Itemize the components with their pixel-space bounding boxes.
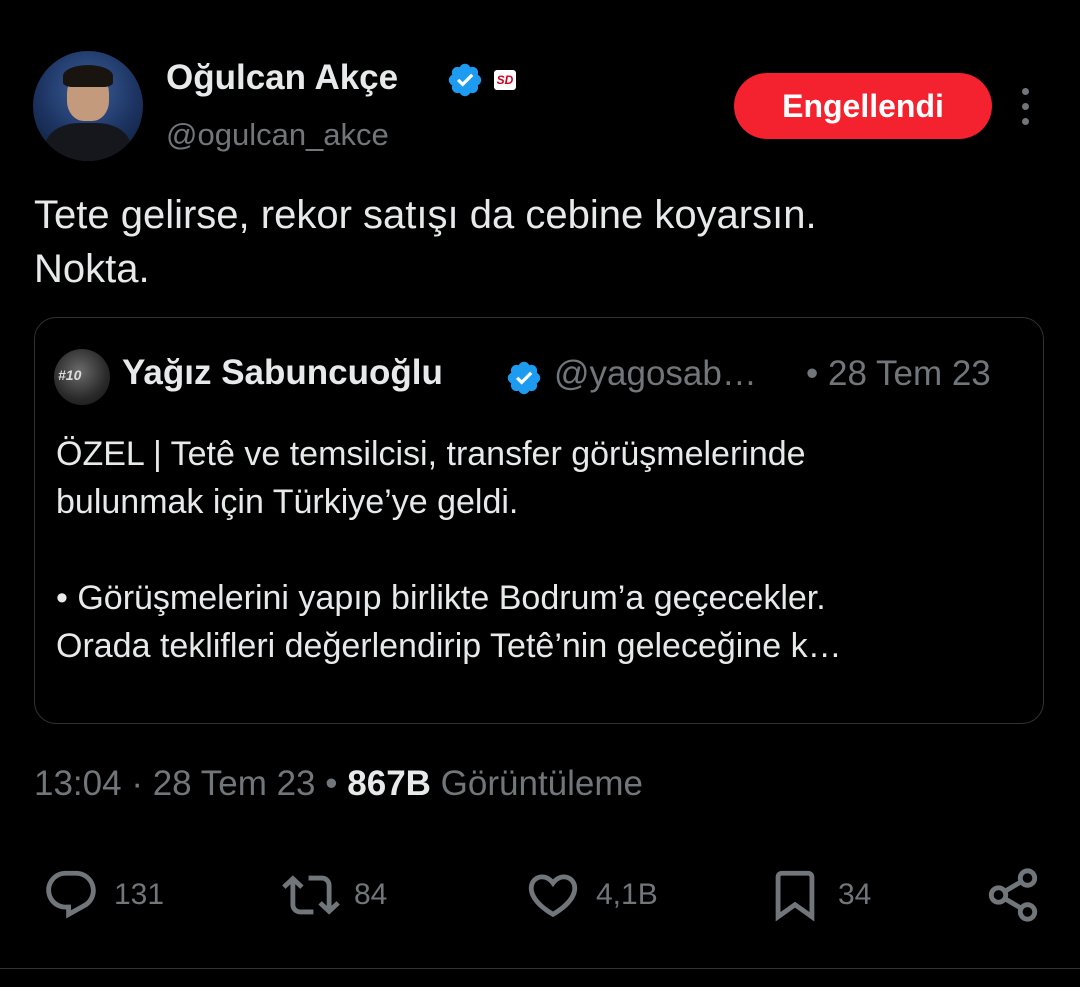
tweet-date[interactable]: 28 Tem 23 xyxy=(153,764,316,803)
divider xyxy=(0,968,1080,969)
meta-separator: • xyxy=(325,764,338,803)
quoted-tweet-date: • 28 Tem 23 xyxy=(806,354,991,393)
quoted-line: bulunmak için Türkiye’ye geldi. xyxy=(56,483,519,521)
view-count: 867B xyxy=(347,764,431,803)
retweet-icon xyxy=(282,875,340,915)
quoted-avatar-text: #10 xyxy=(58,367,82,383)
share-button[interactable] xyxy=(984,860,1042,930)
author-handle[interactable]: @ogulcan_akce xyxy=(166,117,389,153)
quoted-line: ÖZEL | Tetê ve temsilcisi, transfer görü… xyxy=(56,435,806,473)
author-name[interactable]: Oğulcan Akçe xyxy=(166,58,398,98)
quoted-author-name: Yağız Sabuncuoğlu xyxy=(122,353,443,392)
like-count: 4,1B xyxy=(596,878,658,911)
blocked-button[interactable]: Engellendi xyxy=(734,73,992,139)
retweet-count: 84 xyxy=(354,878,388,911)
bookmark-count: 34 xyxy=(838,878,872,911)
quoted-author-handle: @yagosab… xyxy=(554,354,757,393)
tweet-meta: 13:04 · 28 Tem 23 • 867B Görüntüleme xyxy=(34,764,643,804)
action-bar: 131 84 4,1B 34 xyxy=(0,860,1080,930)
view-label: Görüntüleme xyxy=(440,764,643,803)
tweet-line: Nokta. xyxy=(34,247,150,291)
reply-button[interactable]: 131 xyxy=(42,860,164,930)
verified-badge-icon xyxy=(448,63,482,97)
bookmark-icon xyxy=(775,870,815,922)
meta-separator: · xyxy=(131,764,143,803)
quoted-line xyxy=(56,526,1026,574)
tweet-text: Tete gelirse, rekor satışı da cebine koy… xyxy=(34,188,1044,296)
verified-badge-icon xyxy=(507,361,541,395)
quoted-tweet-text: ÖZEL | Tetê ve temsilcisi, transfer görü… xyxy=(56,430,1026,670)
affiliate-badge: SD xyxy=(494,70,516,90)
author-avatar[interactable] xyxy=(33,51,143,161)
reply-icon xyxy=(46,870,96,919)
more-icon[interactable] xyxy=(1010,88,1040,128)
quoted-line: Orada teklifleri değerlendirip Tetê’nin … xyxy=(56,627,842,665)
bookmark-button[interactable]: 34 xyxy=(766,860,871,930)
reply-count: 131 xyxy=(114,878,165,911)
quoted-line: • Görüşmelerini yapıp birlikte Bodrum’a … xyxy=(56,579,826,617)
tweet-line: Tete gelirse, rekor satışı da cebine koy… xyxy=(34,193,817,237)
like-button[interactable]: 4,1B xyxy=(524,860,658,930)
like-icon xyxy=(528,874,578,918)
quoted-author-avatar: #10 xyxy=(54,349,110,405)
share-icon xyxy=(988,868,1038,922)
retweet-button[interactable]: 84 xyxy=(282,860,387,930)
tweet-time[interactable]: 13:04 xyxy=(34,764,122,803)
